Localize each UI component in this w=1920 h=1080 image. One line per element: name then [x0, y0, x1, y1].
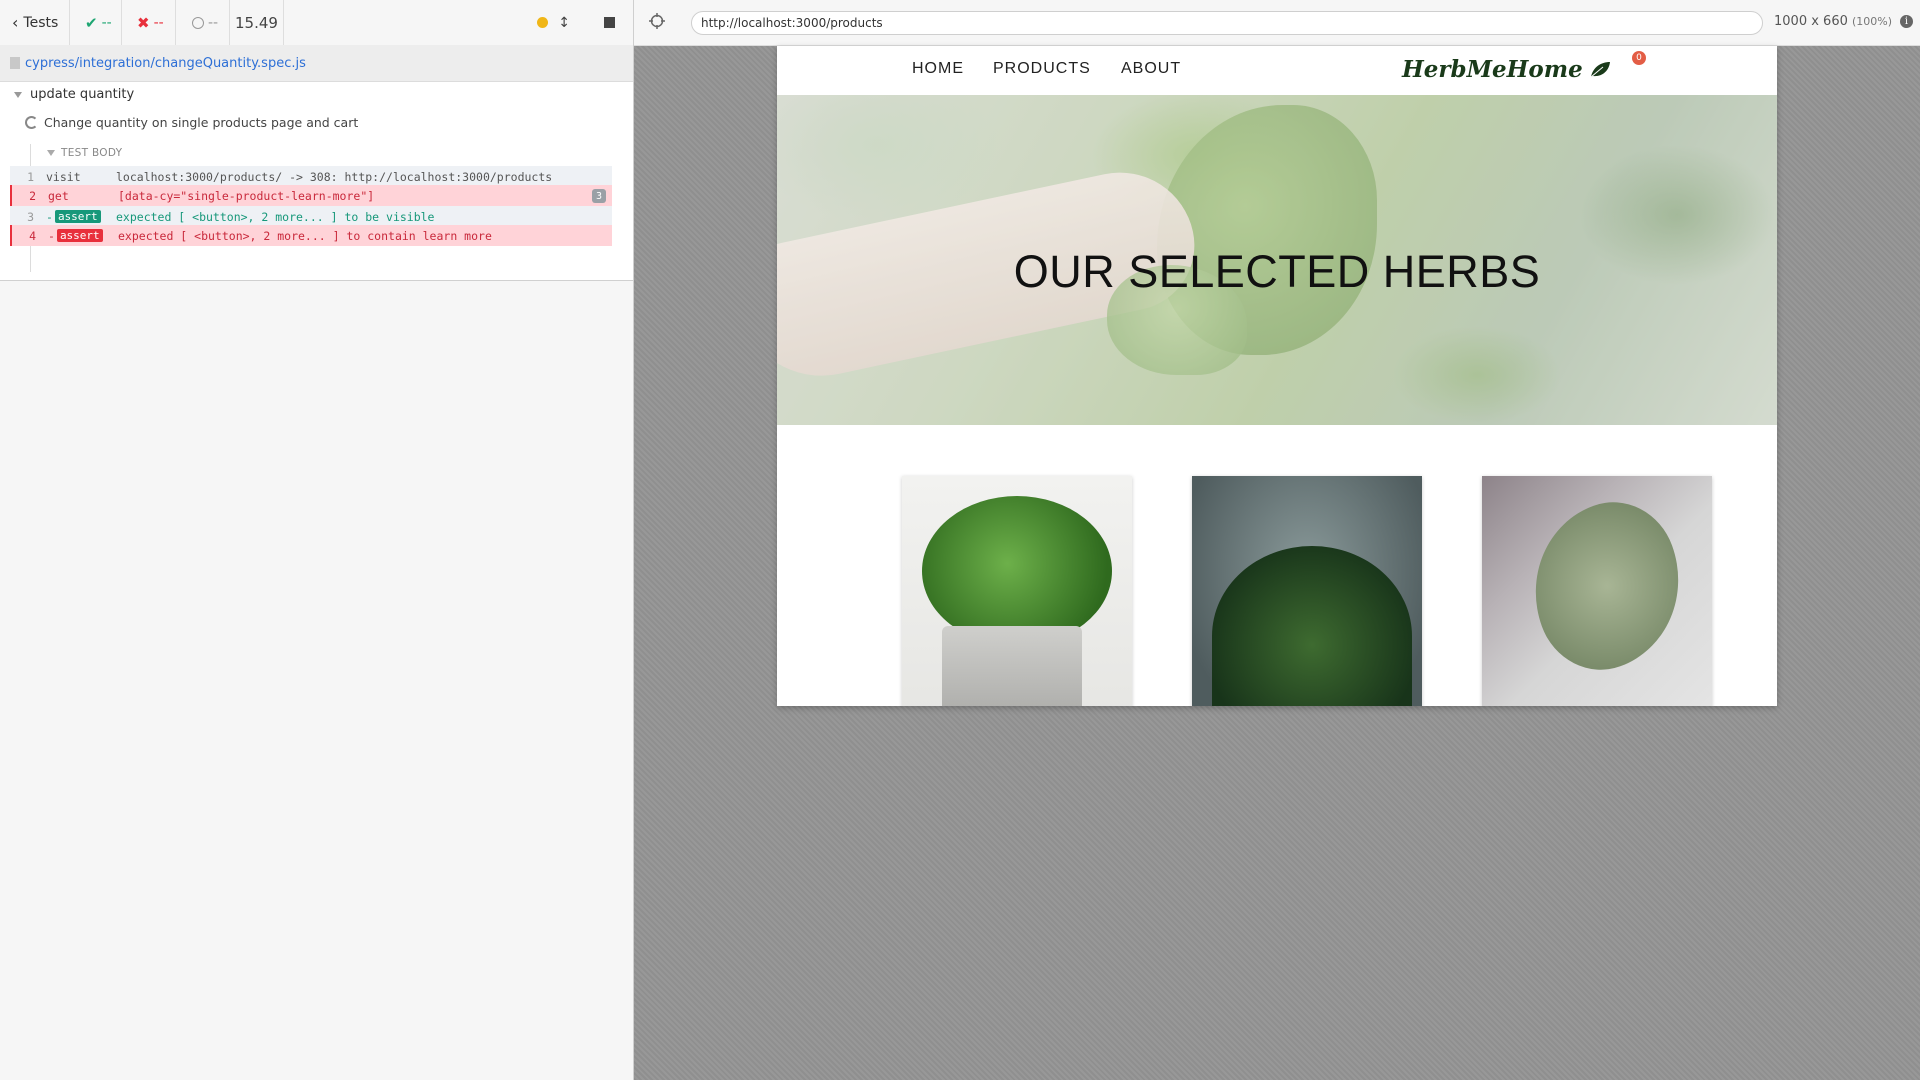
command-number: 1 — [27, 169, 34, 184]
command-message: expected [ <button>, 2 more... ] to cont… — [118, 228, 492, 243]
pot-image — [942, 626, 1082, 706]
command-name: get — [48, 188, 69, 203]
viewport-scale: (100%) — [1852, 15, 1893, 28]
viewport-info: 1000 x 660 (100%) — [1774, 14, 1892, 29]
nav-products[interactable]: PRODUCTS — [993, 60, 1091, 78]
cart-count-badge[interactable]: 0 — [1632, 51, 1646, 65]
command-assert-contain[interactable]: 4 - assert expected [ <button>, 2 more..… — [10, 225, 612, 246]
assert-badge: assert — [56, 229, 103, 242]
url-input[interactable]: http://localhost:3000/products — [691, 11, 1763, 35]
command-name: visit — [46, 169, 81, 184]
pending-stat: -- — [176, 0, 230, 45]
sage-image — [1509, 485, 1705, 687]
product-card-sage[interactable] — [1482, 476, 1712, 706]
suite-row[interactable]: update quantity — [14, 87, 134, 102]
site-navbar: HOME PRODUCTS ABOUT HerbMeHome 0 — [777, 46, 1777, 95]
aut-panel: http://localhost:3000/products 1000 x 66… — [634, 0, 1920, 1080]
test-body-label: TEST BODY — [61, 147, 123, 159]
command-message: [data-cy="single-product-learn-more"] — [118, 188, 375, 203]
command-prefix: - — [48, 228, 55, 243]
back-to-tests-button[interactable]: ‹ Tests — [0, 0, 70, 45]
spec-path-link[interactable]: cypress/integration/changeQuantity.spec.… — [25, 56, 306, 71]
test-body-header[interactable]: TEST BODY — [47, 147, 122, 159]
nav-home[interactable]: HOME — [912, 60, 964, 78]
command-number: 2 — [29, 188, 36, 203]
caret-down-icon — [47, 150, 55, 156]
command-get[interactable]: 2 get [data-cy="single-product-learn-mor… — [10, 185, 612, 206]
command-name: - assert — [40, 229, 118, 243]
passed-stat: ✔ -- — [70, 0, 122, 45]
command-number: 3 — [27, 209, 34, 224]
chevron-left-icon: ‹ — [12, 13, 19, 32]
product-card-basil[interactable] — [902, 476, 1132, 706]
command-assert-visible[interactable]: 3 - assert expected [ <button>, 2 more..… — [10, 206, 612, 227]
assert-badge: assert — [54, 210, 101, 223]
selector-playground-icon[interactable] — [648, 12, 666, 30]
check-icon: ✔ — [85, 13, 98, 32]
running-indicator-icon — [537, 17, 549, 28]
hero-title: OUR SELECTED HERBS — [1013, 246, 1541, 297]
spec-bar: cypress/integration/changeQuantity.spec.… — [0, 45, 633, 82]
passed-count: -- — [101, 14, 112, 31]
pending-count: -- — [208, 14, 219, 31]
spinner-icon — [25, 116, 38, 129]
app-viewport: HOME PRODUCTS ABOUT HerbMeHome 0 OUR SEL… — [777, 46, 1777, 706]
circle-icon — [192, 16, 204, 29]
command-prefix: - — [46, 209, 53, 224]
failed-count: -- — [153, 14, 164, 31]
x-icon: ✖ — [137, 13, 150, 32]
viewport-size: 1000 x 660 — [1774, 14, 1848, 29]
command-message: expected [ <button>, 2 more... ] to be v… — [116, 209, 435, 224]
test-title: Change quantity on single products page … — [44, 115, 359, 130]
info-icon[interactable]: i — [1900, 15, 1913, 28]
basil-image — [922, 496, 1112, 646]
aut-header: http://localhost:3000/products 1000 x 66… — [634, 0, 1920, 46]
caret-down-icon — [14, 91, 22, 98]
file-icon — [10, 57, 20, 69]
command-name: - assert — [38, 210, 116, 224]
leaf-icon — [1590, 61, 1610, 77]
site-logo[interactable]: HerbMeHome — [1402, 56, 1611, 83]
element-count-badge: 3 — [592, 189, 606, 203]
nav-about[interactable]: ABOUT — [1121, 60, 1181, 78]
command-message: localhost:3000/products/ -> 308: http://… — [116, 169, 553, 184]
runner-controls: ↕ — [537, 15, 633, 31]
command-number: 4 — [29, 228, 36, 243]
test-row[interactable]: Change quantity on single products page … — [25, 115, 358, 130]
command-visit[interactable]: 1 visit localhost:3000/products/ -> 308:… — [10, 166, 612, 187]
suite-title: update quantity — [30, 87, 135, 102]
product-card-rosemary[interactable] — [1192, 476, 1422, 706]
failed-stat: ✖ -- — [122, 0, 176, 45]
logo-text: HerbMeHome — [1402, 56, 1583, 83]
duration: 15.49 — [230, 0, 284, 45]
test-runner-panel: ‹ Tests ✔ -- ✖ -- -- 15.49 ↕ cypress/int… — [0, 0, 634, 1080]
tests-label: Tests — [23, 14, 59, 31]
test-reporter: update quantity Change quantity on singl… — [0, 82, 633, 281]
scroll-toggle-icon[interactable]: ↕ — [558, 15, 570, 31]
rosemary-image — [1212, 546, 1412, 706]
hero-banner: OUR SELECTED HERBS — [777, 95, 1777, 425]
stop-icon[interactable] — [604, 17, 615, 28]
runner-header: ‹ Tests ✔ -- ✖ -- -- 15.49 ↕ — [0, 0, 633, 46]
